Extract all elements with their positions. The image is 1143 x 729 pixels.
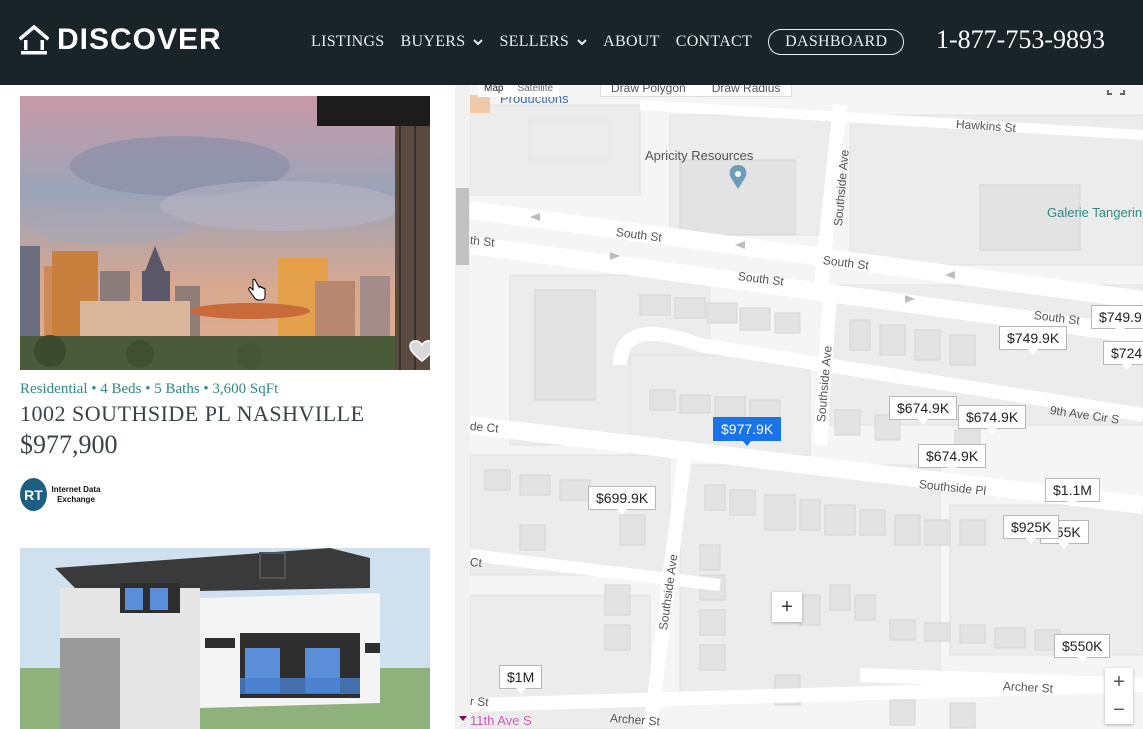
nav-dashboard-button[interactable]: DASHBOARD (768, 29, 905, 55)
skyline-photo (20, 96, 430, 370)
poi-galerie-tangerin[interactable]: Galerie Tangerin (1047, 205, 1142, 220)
price-pin[interactable]: $749.9 (1091, 305, 1143, 334)
phone-number[interactable]: 1-877-753-9893 (936, 25, 1105, 55)
chevron-down-icon (473, 39, 484, 46)
street-label: r St (470, 694, 490, 710)
nav-buyers-label: BUYERS (400, 33, 466, 50)
idx-logo: RT Internet Data Exchange (20, 478, 101, 511)
price-pin[interactable]: $550K (1054, 634, 1111, 663)
listing-address[interactable]: 1002 SOUTHSIDE PL NASHVILLE (20, 401, 365, 427)
scrollbar-thumb[interactable] (456, 188, 469, 265)
logo[interactable]: DISCOVER (19, 24, 222, 56)
nav-contact[interactable]: CONTACT (676, 33, 752, 51)
street-label: Archer St (1002, 679, 1054, 696)
add-button[interactable]: + (772, 592, 802, 622)
nav-sellers-label: SELLERS (499, 33, 570, 50)
site-header: DISCOVER LISTINGS BUYERS SELLERS ABOUT C… (0, 0, 1143, 85)
price-pin-active[interactable]: $977.9K (713, 417, 782, 446)
zoom-control: + − (1105, 668, 1133, 724)
draw-radius-button[interactable]: Draw Radius (712, 85, 781, 95)
logo-text: DISCOVER (57, 23, 222, 56)
price-pin[interactable]: $674.9K (889, 396, 958, 425)
poi-apricity-resources[interactable]: Apricity Resources (645, 148, 753, 163)
listing-photo-2[interactable] (20, 548, 430, 729)
price-pin[interactable]: $674.9K (958, 405, 1027, 434)
listing-scrollbar[interactable] (455, 85, 470, 729)
draw-polygon-button[interactable]: Draw Polygon (611, 85, 686, 95)
main-nav: LISTINGS BUYERS SELLERS ABOUT CONTACT DA… (311, 28, 905, 56)
map-type-map[interactable]: Map (484, 85, 503, 94)
listing-meta: Residential • 4 Beds • 5 Baths • 3,600 S… (20, 381, 279, 397)
price-pin[interactable]: $724 (1103, 341, 1143, 370)
scroll-down-arrow-icon[interactable] (459, 716, 467, 721)
chevron-down-icon (577, 39, 587, 46)
price-pin[interactable]: $749.9K (999, 326, 1068, 355)
idx-logo-mark: RT (20, 478, 47, 511)
map-view[interactable]: Hawkins St th St South St South St South… (470, 85, 1143, 729)
price-pin[interactable]: $674.9K (918, 444, 987, 473)
fullscreen-icon[interactable] (1107, 85, 1125, 95)
street-label: de Ct (470, 419, 500, 436)
price-pin[interactable]: $925K (1003, 515, 1060, 544)
idx-logo-text: Internet Data Exchange (51, 484, 101, 504)
price-pin[interactable]: $699.9K (588, 486, 657, 515)
house-logo-icon (19, 24, 49, 55)
listing-price: $977,900 (20, 430, 118, 459)
map-base (470, 95, 1143, 729)
map-type-toggle[interactable]: Map Satellite (478, 85, 560, 97)
price-pin[interactable]: $1M (499, 665, 543, 694)
favorite-heart-icon[interactable] (409, 339, 430, 363)
zoom-in-button[interactable]: + (1105, 668, 1133, 696)
nav-buyers[interactable]: BUYERS (401, 33, 484, 51)
zoom-out-button[interactable]: − (1105, 696, 1133, 724)
draw-tools: Draw Polygon Draw Radius (600, 85, 792, 97)
listing-photo[interactable] (20, 96, 430, 370)
street-label: Ct (470, 555, 483, 571)
map-type-satellite[interactable]: Satellite (517, 85, 553, 94)
nav-listings[interactable]: LISTINGS (311, 33, 385, 51)
listing-column: Residential • 4 Beds • 5 Baths • 3,600 S… (0, 85, 455, 729)
poi-11th-ave[interactable]: 11th Ave S (470, 713, 532, 728)
hand-cursor-icon (248, 278, 266, 301)
street-label: th St (470, 233, 496, 250)
nav-about[interactable]: ABOUT (603, 33, 660, 51)
building-rendering (20, 548, 430, 729)
price-pin[interactable]: $1.1M (1045, 478, 1100, 507)
nav-sellers[interactable]: SELLERS (499, 33, 587, 51)
